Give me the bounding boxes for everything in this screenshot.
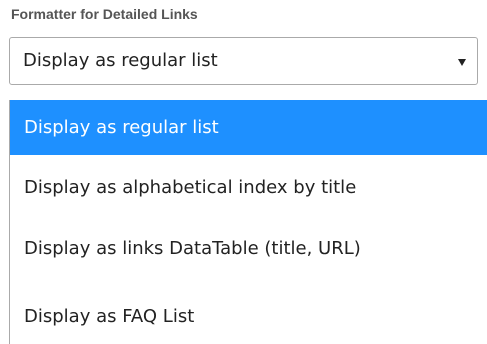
formatter-field: Formatter for Detailed Links Display as …: [0, 0, 487, 344]
option-alphabetical-index[interactable]: Display as alphabetical index by title: [10, 160, 487, 215]
field-label: Formatter for Detailed Links: [11, 6, 198, 22]
dropdown-list: Display as regular list Display as alpha…: [9, 100, 487, 344]
select-current-value: Display as regular list: [23, 50, 218, 71]
caret-down-icon: [458, 59, 466, 66]
formatter-select[interactable]: Display as regular list: [9, 37, 478, 85]
option-faq-list[interactable]: Display as FAQ List: [10, 289, 487, 344]
option-links-datatable[interactable]: Display as links DataTable (title, URL): [10, 221, 487, 276]
option-regular-list[interactable]: Display as regular list: [10, 100, 487, 155]
